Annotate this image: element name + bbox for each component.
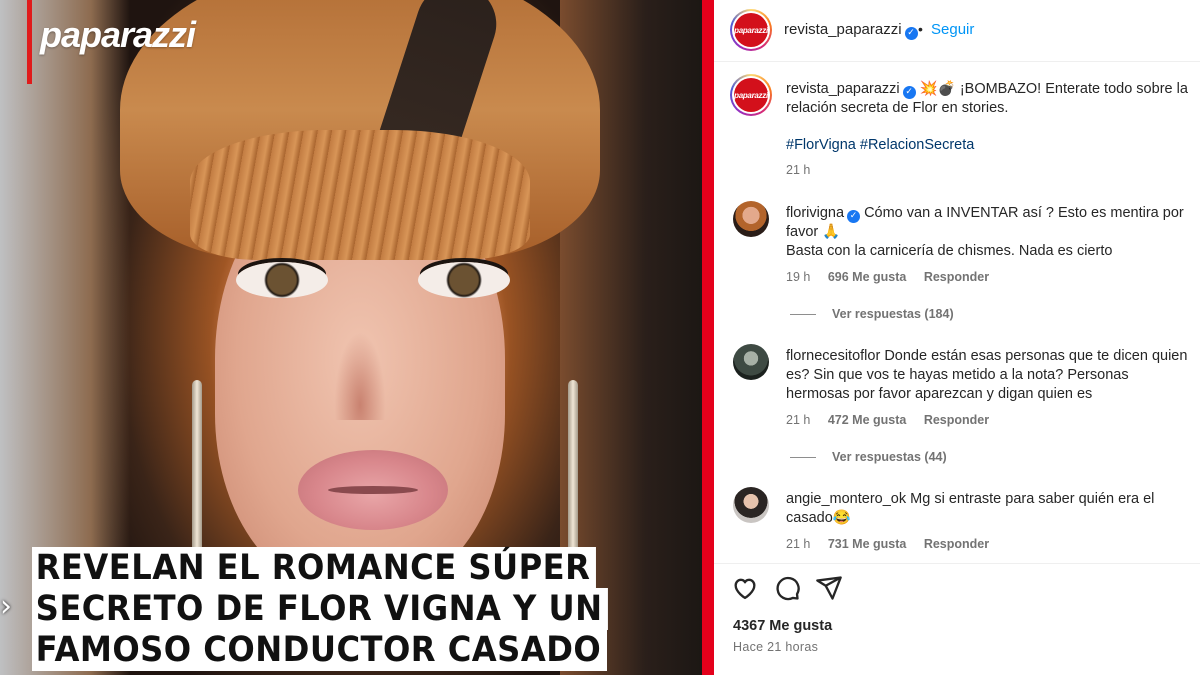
caption-hashtags[interactable]: #FlorVigna #RelacionSecreta: [786, 136, 1194, 155]
follow-button[interactable]: Seguir: [931, 21, 974, 38]
username[interactable]: florivigna: [786, 205, 844, 221]
avatar[interactable]: paparazzi: [730, 9, 772, 51]
comment-meta: 21 h 472 Me gusta Responder: [786, 413, 1003, 427]
post-time: Hace 21 horas: [733, 640, 819, 654]
username[interactable]: revista_paparazzi: [786, 81, 900, 97]
timestamp: 21 h: [786, 413, 811, 427]
headline-line: REVELAN EL ROMANCE SÚPER: [32, 547, 596, 589]
avatar[interactable]: [733, 344, 769, 380]
headline-line: SECRETO DE FLOR VIGNA Y UN: [32, 588, 609, 630]
separator-dot: •: [918, 21, 923, 37]
paparazzi-logo: paparazzi: [40, 14, 196, 55]
view-replies-label[interactable]: Ver respuestas (44): [832, 450, 947, 464]
like-count[interactable]: 731 Me gusta: [828, 537, 907, 551]
verified-icon: ✓: [902, 86, 916, 99]
comments-list[interactable]: paparazzi revista_paparazzi ✓ 💥💣 ¡BOMBAZO…: [714, 63, 1200, 563]
verified-icon: ✓: [904, 27, 918, 40]
image-headline: REVELAN EL ROMANCE SÚPER SECRETO DE FLOR…: [32, 547, 658, 671]
image-eye: [236, 262, 328, 298]
comment-meta: 19 h 696 Me gusta Responder: [786, 270, 1003, 284]
username[interactable]: revista_paparazzi: [784, 21, 902, 38]
reply-button[interactable]: Responder: [924, 537, 989, 551]
avatar[interactable]: paparazzi: [730, 74, 772, 116]
accent-divider: [702, 0, 714, 675]
view-replies-button[interactable]: Ver respuestas (184): [790, 307, 954, 321]
heart-icon[interactable]: [731, 574, 759, 602]
caption-meta: 21 h: [786, 163, 824, 177]
timestamp: 19 h: [786, 270, 811, 284]
comment-text: florivigna ✓ Cómo van a INVENTAR así ? Es…: [786, 204, 1194, 242]
avatar[interactable]: [733, 487, 769, 523]
comment-icon[interactable]: [773, 574, 801, 602]
timestamp: 21 h: [786, 163, 811, 177]
view-replies-button[interactable]: Ver respuestas (44): [790, 450, 947, 464]
avatar-logo: paparazzi: [734, 13, 768, 47]
username[interactable]: flornecesitoflor: [786, 348, 880, 364]
verified-icon: ✓: [847, 210, 861, 223]
comment-meta: 21 h 731 Me gusta Responder: [786, 537, 1003, 551]
image-lips: [298, 450, 448, 530]
comment-text: angie_montero_ok Mg si entraste para sab…: [786, 490, 1194, 528]
image-bangs: [190, 130, 530, 260]
logo-accent-bar: [27, 0, 32, 84]
post-header: paparazzi revista_paparazzi ✓ • Seguir: [714, 0, 1200, 62]
replies-rule: [790, 457, 816, 459]
timestamp: 21 h: [786, 537, 811, 551]
avatar-logo: paparazzi: [734, 78, 768, 112]
post-actions: 4367 Me gusta Hace 21 horas: [714, 563, 1200, 675]
share-icon[interactable]: [815, 574, 843, 602]
comment-body: Basta con la carnicería de chismes. Nada…: [786, 243, 1113, 259]
headline-line: FAMOSO CONDUCTOR CASADO: [32, 629, 607, 671]
reply-button[interactable]: Responder: [924, 413, 989, 427]
replies-rule: [790, 314, 816, 316]
image-eye: [418, 262, 510, 298]
comment-text: flornecesitoflor Donde están esas person…: [786, 347, 1194, 404]
username[interactable]: angie_montero_ok: [786, 491, 906, 507]
post-image[interactable]: paparazzi REVELAN EL ROMANCE SÚPER SECRE…: [0, 0, 702, 675]
total-likes[interactable]: 4367 Me gusta: [733, 618, 832, 634]
comment-body: Cómo van a INVENTAR así ? Esto es mentir…: [786, 205, 1184, 240]
caption: revista_paparazzi ✓ 💥💣 ¡BOMBAZO! Enterate…: [786, 80, 1194, 118]
view-replies-label[interactable]: Ver respuestas (184): [832, 307, 954, 321]
next-arrow-icon[interactable]: ›: [0, 590, 16, 624]
like-count[interactable]: 472 Me gusta: [828, 413, 907, 427]
post-author[interactable]: revista_paparazzi ✓: [784, 21, 918, 40]
like-count[interactable]: 696 Me gusta: [828, 270, 907, 284]
reply-button[interactable]: Responder: [924, 270, 989, 284]
image-nose: [330, 320, 390, 420]
post-side-panel: paparazzi revista_paparazzi ✓ • Seguir pa…: [714, 0, 1200, 675]
avatar[interactable]: [733, 201, 769, 237]
